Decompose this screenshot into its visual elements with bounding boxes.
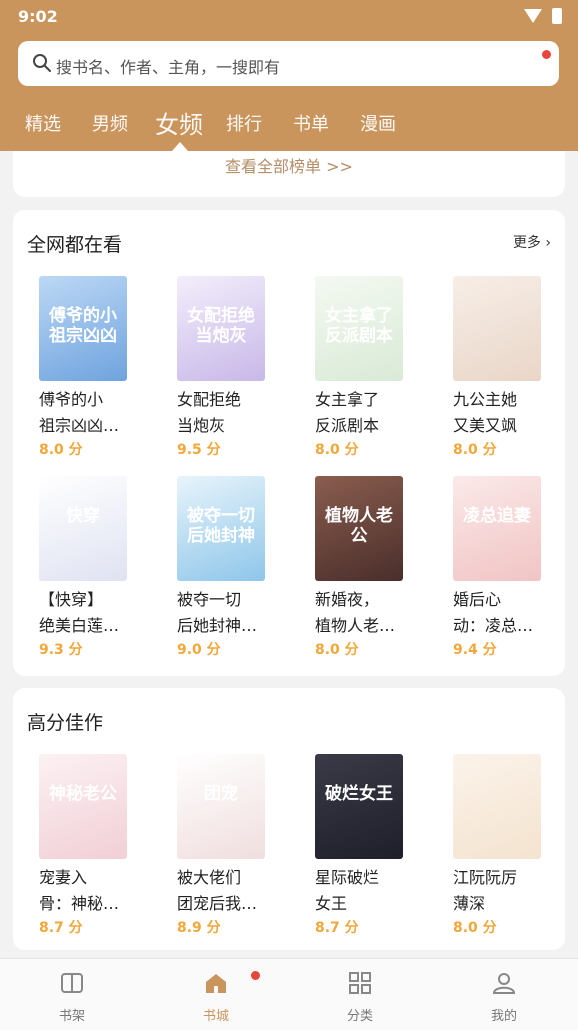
book-title[interactable]: 【快穿】 绝美白莲… [39, 587, 131, 639]
wifi-icon [524, 9, 542, 23]
book-title[interactable]: 婚后心 动：凌总… [453, 587, 545, 639]
book-title[interactable]: 星际破烂 女王 [315, 865, 407, 917]
book-title[interactable]: 被夺一切 后她封神… [177, 587, 269, 639]
section-title: 高分佳作 [27, 712, 104, 734]
book-cover[interactable]: 团宠 [177, 754, 265, 859]
book-title[interactable]: 江阮阮厉 薄深 [453, 865, 545, 917]
book-cover[interactable] [453, 276, 541, 381]
book-score: 9.0 分 [177, 642, 221, 658]
cover-title-art: 被夺一切后她封神 [187, 506, 255, 546]
top-header: 9:02 搜书名、作者、主角，一搜即有 精选 男频 女频 排行 书单 漫画 [0, 0, 578, 151]
nav-bookshelf[interactable]: 书架 [37, 971, 107, 1024]
grid-icon [349, 972, 371, 994]
book-score: 9.5 分 [177, 442, 221, 458]
section-trending: 全网都在看 更多 › 傅爷的小祖宗凶凶傅爷的小 祖宗凶凶… 8.0 分 女配拒绝当炮… [13, 210, 565, 676]
cover-title-art: 傅爷的小祖宗凶凶 [49, 306, 117, 346]
book-score: 8.0 分 [39, 442, 83, 458]
book-item[interactable]: 九公主她 又美又飒 8.0 分 [453, 276, 543, 459]
cover-title-art: 女配拒绝当炮灰 [187, 306, 255, 346]
view-all-rankings-link[interactable]: 查看全部榜单 >> [13, 153, 565, 177]
book-cover[interactable]: 女主拿了反派剧本 [315, 276, 403, 381]
book-item[interactable]: 神秘老公宠妻入 骨：神秘… 8.7 分 [39, 754, 129, 937]
chevron-right-icon: › [545, 235, 551, 251]
tab-booklist[interactable]: 书单 [293, 110, 329, 136]
book-title[interactable]: 女主拿了 反派剧本 [315, 387, 407, 439]
cover-title-art: 凌总追妻 [463, 506, 531, 526]
book-cover[interactable]: 傅爷的小祖宗凶凶 [39, 276, 127, 381]
book-score: 8.0 分 [315, 642, 359, 658]
status-bar: 9:02 [0, 0, 578, 34]
cover-title-art: 女主拿了反派剧本 [325, 306, 393, 346]
book-score: 8.0 分 [315, 442, 359, 458]
cover-title-art: 神秘老公 [49, 784, 117, 804]
nav-bookstore[interactable]: 书城 [181, 971, 251, 1024]
ranking-card: 查看全部榜单 >> [13, 151, 565, 197]
book-item[interactable]: 傅爷的小祖宗凶凶傅爷的小 祖宗凶凶… 8.0 分 [39, 276, 129, 459]
book-cover[interactable]: 神秘老公 [39, 754, 127, 859]
book-title[interactable]: 宠妻入 骨：神秘… [39, 865, 131, 917]
tab-male[interactable]: 男频 [92, 110, 128, 136]
book-item[interactable]: 破烂女王星际破烂 女王 8.7 分 [315, 754, 405, 937]
search-placeholder: 搜书名、作者、主角，一搜即有 [56, 58, 281, 77]
book-item[interactable]: 凌总追妻婚后心 动：凌总… 9.4 分 [453, 476, 543, 659]
book-cover[interactable]: 破烂女王 [315, 754, 403, 859]
tab-female[interactable]: 女频 [155, 105, 203, 140]
book-cover[interactable]: 凌总追妻 [453, 476, 541, 581]
bottom-navigation: 书架 书城 分类 我的 [0, 958, 578, 1030]
cover-title-art: 快穿 [66, 506, 100, 526]
section-top-rated: 高分佳作 神秘老公宠妻入 骨：神秘… 8.7 分 团宠被大佬们 团宠后我… 8.9 分… [13, 688, 565, 950]
cover-title-art: 团宠 [204, 784, 238, 804]
book-item[interactable]: 快穿【快穿】 绝美白莲… 9.3 分 [39, 476, 129, 659]
book-item[interactable]: 团宠被大佬们 团宠后我… 8.9 分 [177, 754, 267, 937]
book-title[interactable]: 被大佬们 团宠后我… [177, 865, 269, 917]
book-item[interactable]: 江阮阮厉 薄深 8.0 分 [453, 754, 543, 937]
battery-icon [552, 8, 562, 24]
book-cover[interactable]: 被夺一切后她封神 [177, 476, 265, 581]
category-tabs: 精选 男频 女频 排行 书单 漫画 [0, 100, 578, 145]
status-time: 9:02 [18, 7, 58, 26]
book-score: 9.3 分 [39, 642, 83, 658]
notification-dot [251, 971, 260, 980]
cover-title-art: 植物人老公 [325, 506, 393, 546]
tab-featured[interactable]: 精选 [25, 110, 61, 136]
cover-title-art: 破烂女王 [325, 784, 393, 804]
book-item[interactable]: 被夺一切后她封神被夺一切 后她封神… 9.0 分 [177, 476, 267, 659]
notification-dot [542, 50, 551, 59]
book-score: 8.9 分 [177, 920, 221, 936]
book-cover[interactable] [453, 754, 541, 859]
book-score: 9.4 分 [453, 642, 497, 658]
search-bar[interactable]: 搜书名、作者、主角，一搜即有 [18, 41, 559, 86]
tab-comics[interactable]: 漫画 [360, 110, 396, 136]
book-score: 8.0 分 [453, 442, 497, 458]
book-cover[interactable]: 快穿 [39, 476, 127, 581]
search-icon [32, 53, 52, 77]
book-score: 8.7 分 [39, 920, 83, 936]
home-icon [206, 974, 226, 993]
book-item[interactable]: 女主拿了反派剧本女主拿了 反派剧本 8.0 分 [315, 276, 405, 459]
book-cover[interactable]: 植物人老公 [315, 476, 403, 581]
nav-profile[interactable]: 我的 [469, 971, 539, 1024]
nav-categories[interactable]: 分类 [325, 971, 395, 1024]
book-title[interactable]: 新婚夜， 植物人老… [315, 587, 407, 639]
book-score: 8.7 分 [315, 920, 359, 936]
tab-ranking[interactable]: 排行 [226, 110, 262, 136]
book-title[interactable]: 九公主她 又美又飒 [453, 387, 545, 439]
book-title[interactable]: 女配拒绝 当炮灰 [177, 387, 269, 439]
user-icon [492, 973, 516, 994]
book-title[interactable]: 傅爷的小 祖宗凶凶… [39, 387, 131, 439]
active-tab-indicator [172, 142, 188, 151]
book-item[interactable]: 植物人老公新婚夜， 植物人老… 8.0 分 [315, 476, 405, 659]
book-item[interactable]: 女配拒绝当炮灰女配拒绝 当炮灰 9.5 分 [177, 276, 267, 459]
book-cover[interactable]: 女配拒绝当炮灰 [177, 276, 265, 381]
book-score: 8.0 分 [453, 920, 497, 936]
section-title: 全网都在看 [27, 234, 123, 256]
bookshelf-icon [61, 973, 83, 993]
more-link[interactable]: 更多 › [513, 232, 551, 252]
